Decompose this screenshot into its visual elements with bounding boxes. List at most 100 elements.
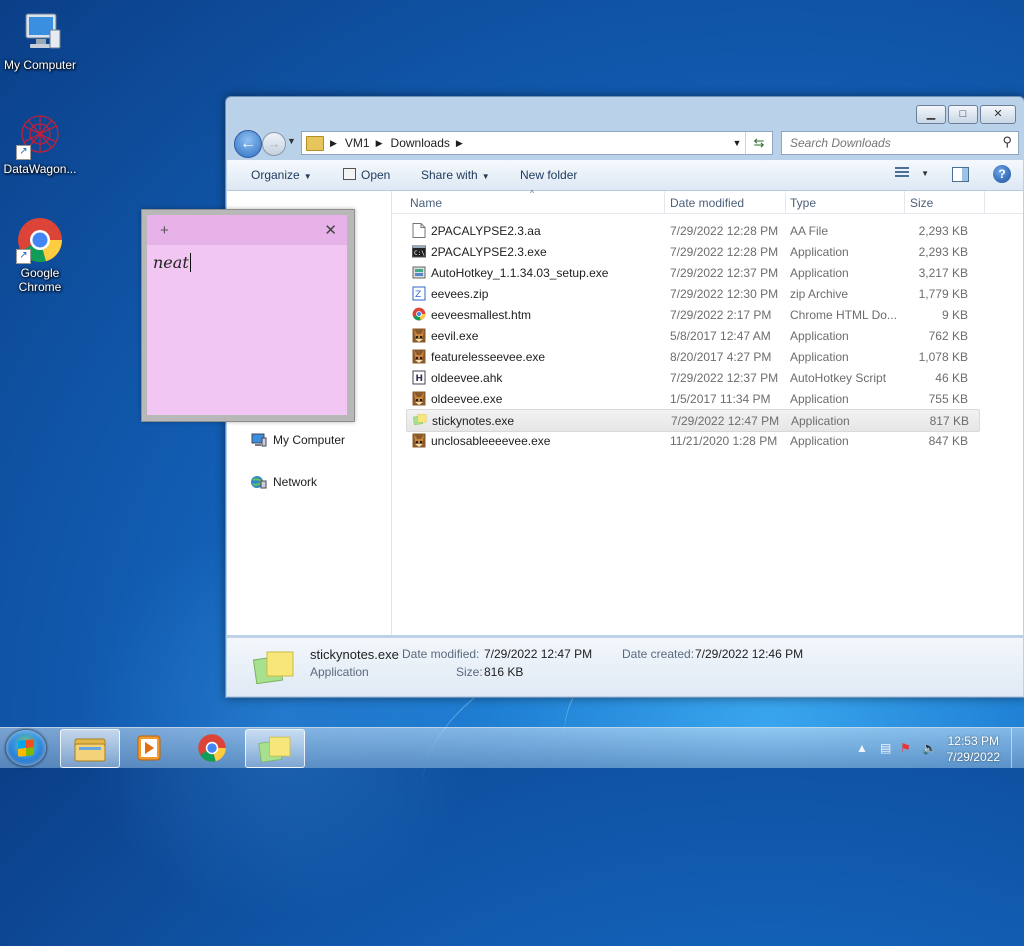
eevee-app-icon bbox=[412, 328, 426, 343]
chevron-down-icon: ▼ bbox=[481, 172, 490, 181]
eevee-app-icon bbox=[412, 349, 426, 364]
network-tray-icon[interactable]: ▤ bbox=[880, 741, 891, 755]
show-desktop-button[interactable] bbox=[1011, 728, 1024, 768]
minimize-button[interactable]: ▁ bbox=[916, 105, 946, 124]
file-size: 9 KB bbox=[941, 308, 968, 322]
sticky-note-window[interactable]: + ✕ neat bbox=[141, 209, 355, 422]
file-row[interactable]: AutoHotkey_1.1.34.03_setup.exe 7/29/2022 … bbox=[406, 262, 978, 283]
breadcrumb-arrow-icon[interactable]: ▶ bbox=[330, 138, 337, 149]
sticky-note-body[interactable]: neat bbox=[147, 245, 347, 415]
file-type: Application bbox=[790, 245, 849, 259]
volume-icon[interactable]: 🔈 bbox=[922, 741, 937, 755]
file-size: 3,217 KB bbox=[918, 266, 968, 280]
address-dropdown-icon[interactable]: ▼ bbox=[729, 138, 745, 148]
desktop-icon-datawagon[interactable]: ↗ DataWagon... bbox=[0, 112, 80, 176]
start-button[interactable] bbox=[6, 730, 46, 766]
sticky-note-text[interactable]: neat bbox=[153, 253, 189, 272]
breadcrumb-arrow-icon[interactable]: ▶ bbox=[456, 138, 463, 149]
file-date-modified: 7/29/2022 12:28 PM bbox=[670, 245, 779, 259]
help-icon[interactable]: ? bbox=[993, 165, 1011, 183]
chrome-icon bbox=[198, 734, 226, 762]
forward-button[interactable]: → bbox=[262, 132, 286, 156]
file-row[interactable]: eeveesmallest.htm 7/29/2022 2:17 PM Chrome… bbox=[406, 304, 978, 325]
file-row[interactable]: featureless​eevee.exe 8/20/2017 4:27 PM Ap… bbox=[406, 346, 978, 367]
nav-item-my-computer[interactable]: My Computer bbox=[251, 433, 345, 447]
file-name: unclosableeeevee.exe bbox=[431, 434, 551, 448]
file-row[interactable]: stickynotes.exe 7/29/2022 12:47 PM Applica… bbox=[406, 409, 980, 432]
breadcrumb-arrow-icon[interactable]: ▶ bbox=[376, 138, 383, 149]
file-row[interactable]: oldeevee.exe 1/5/2017 11:34 PM Application… bbox=[406, 388, 978, 409]
search-box[interactable]: ⚲ bbox=[781, 131, 1019, 155]
file-row[interactable]: eevil.exe 5/8/2017 12:47 AM Application 762… bbox=[406, 325, 978, 346]
maximize-button[interactable]: □ bbox=[948, 105, 978, 124]
file-name: eevil.exe bbox=[431, 329, 479, 343]
column-header-type[interactable]: Type bbox=[790, 196, 816, 210]
shortcut-arrow-icon: ↗ bbox=[16, 249, 31, 264]
taskbar-media-player-button[interactable] bbox=[121, 729, 179, 766]
delete-note-button[interactable]: ✕ bbox=[324, 221, 337, 239]
organize-button[interactable]: Organize ▼ bbox=[251, 168, 312, 182]
desktop-icon-my-computer[interactable]: My Computer bbox=[0, 8, 80, 72]
file-row[interactable]: Zeevees.zip 7/29/2022 12:30 PM zip Archive… bbox=[406, 283, 978, 304]
search-input[interactable] bbox=[788, 135, 992, 151]
svg-text:H: H bbox=[416, 374, 424, 384]
show-hidden-icons-icon[interactable]: ▲ bbox=[856, 741, 868, 755]
file-row[interactable]: C:\ 2PACALYPSE2.3.exe 7/29/2022 12:28 PM Ap… bbox=[406, 241, 978, 262]
file-row[interactable]: unclosableeeevee.exe 11/21/2020 1:28 PM Ap… bbox=[406, 430, 978, 451]
file-type: Application bbox=[791, 414, 850, 428]
view-options-dropdown-icon[interactable]: ▼ bbox=[921, 169, 929, 178]
column-header-date-modified[interactable]: Date modified bbox=[670, 196, 744, 210]
breadcrumb-vm1[interactable]: VM1 bbox=[345, 136, 370, 150]
sticky-note-header[interactable]: + ✕ bbox=[147, 215, 347, 245]
column-header-size[interactable]: Size bbox=[910, 196, 933, 210]
nav-item-network[interactable]: Network bbox=[251, 475, 317, 489]
desktop-icon-google-chrome[interactable]: ↗ Google Chrome bbox=[0, 216, 80, 294]
file-row[interactable]: Holdeevee.ahk 7/29/2022 12:37 PM AutoHotke… bbox=[406, 367, 978, 388]
action-center-icon[interactable]: ⚑ bbox=[900, 741, 911, 755]
preview-pane-icon[interactable] bbox=[952, 167, 969, 182]
desktop-icon-label: Google Chrome bbox=[18, 266, 62, 294]
back-button[interactable]: ← bbox=[234, 130, 262, 158]
file-row[interactable]: 2PACALYPSE2.3.aa 7/29/2022 12:28 PM AA Fil… bbox=[406, 220, 978, 241]
taskbar-explorer-button[interactable] bbox=[60, 729, 120, 768]
taskbar-chrome-button[interactable] bbox=[183, 729, 241, 766]
eevee-app-icon bbox=[412, 391, 426, 406]
file-name: eevees.zip bbox=[431, 287, 489, 301]
nav-item-label: Network bbox=[273, 475, 318, 489]
file-type: Application bbox=[790, 392, 849, 406]
file-list[interactable]: Name ^ Date modified Type Size 2PACALYPS… bbox=[392, 189, 1023, 635]
file-size: 817 KB bbox=[929, 414, 969, 428]
share-with-button[interactable]: Share with ▼ bbox=[421, 168, 490, 182]
chevron-down-icon: ▼ bbox=[303, 172, 312, 181]
recent-pages-dropdown[interactable]: ▼ bbox=[287, 136, 296, 146]
search-icon[interactable]: ⚲ bbox=[1002, 134, 1012, 150]
file-type: AutoHotkey Script bbox=[790, 371, 887, 385]
add-note-button[interactable]: + bbox=[160, 222, 169, 239]
svg-text:C:\: C:\ bbox=[414, 250, 425, 257]
new-folder-button[interactable]: New folder bbox=[520, 168, 577, 182]
refresh-icon[interactable]: ⇆ bbox=[745, 132, 772, 154]
file-name: eeveesmallest.htm bbox=[431, 308, 532, 322]
ahk-script-icon: H bbox=[412, 370, 426, 385]
desktop-icon-label: My Computer bbox=[3, 58, 77, 72]
address-bar[interactable]: ▶ VM1 ▶ Downloads ▶ ▼ ⇆ bbox=[301, 131, 773, 155]
details-date-created-label: Date created: bbox=[622, 647, 695, 661]
file-date-modified: 11/21/2020 1:28 PM bbox=[670, 434, 778, 448]
clock-time: 12:53 PM bbox=[947, 734, 999, 748]
open-button[interactable]: Open bbox=[343, 168, 390, 182]
breadcrumb-downloads[interactable]: Downloads bbox=[391, 136, 450, 150]
change-view-icon[interactable] bbox=[895, 167, 909, 179]
file-size: 762 KB bbox=[928, 329, 968, 343]
desktop-icon-label: DataWagon... bbox=[3, 162, 77, 176]
file-date-modified: 8/20/2017 4:27 PM bbox=[670, 350, 772, 364]
close-button[interactable]: ✕ bbox=[980, 105, 1016, 124]
sort-arrow-icon: ^ bbox=[530, 189, 534, 198]
clock[interactable]: 12:53 PM 7/29/2022 bbox=[947, 733, 1000, 765]
taskbar-sticky-notes-button[interactable] bbox=[245, 729, 305, 768]
column-header-name[interactable]: Name bbox=[410, 196, 442, 210]
file-date-modified: 5/8/2017 12:47 AM bbox=[670, 329, 771, 343]
file-size: 1,078 KB bbox=[918, 350, 968, 364]
computer-icon bbox=[16, 8, 64, 56]
details-pane: stickynotes.exe Application Date modifie… bbox=[227, 637, 1023, 696]
file-name: oldeevee.exe bbox=[431, 392, 503, 406]
